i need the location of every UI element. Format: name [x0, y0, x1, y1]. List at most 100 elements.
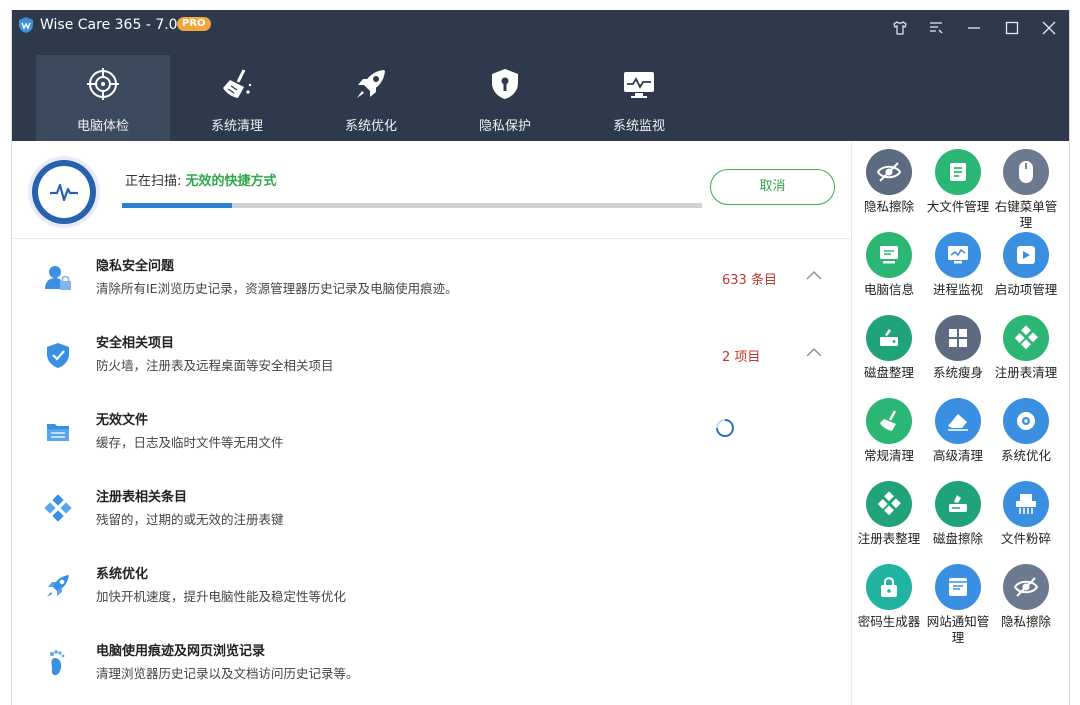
tab-privacy-protect[interactable]: 隐私保护 — [438, 55, 572, 141]
tool-label: 系统优化 — [1000, 448, 1051, 463]
tab-pc-checkup[interactable]: 电脑体检 — [36, 55, 170, 141]
tool-label: 电脑信息 — [863, 282, 914, 297]
list-item[interactable]: 电脑使用痕迹及网页浏览记录 清理浏览器历史记录以及文档访问历史记录等。 — [12, 626, 850, 703]
tool-registry-defrag[interactable]: 注册表整理 — [854, 481, 924, 547]
close-button[interactable] — [1037, 16, 1061, 40]
maximize-button[interactable] — [1000, 16, 1024, 40]
tool-icon-bg — [935, 481, 981, 527]
item-count[interactable]: 2 项目 — [722, 346, 760, 365]
tool-label: 进程监视 — [932, 282, 983, 297]
web-notify-icon — [949, 578, 967, 596]
tool-icon-bg — [1003, 564, 1049, 610]
menu-button[interactable] — [924, 16, 948, 40]
list-item[interactable]: 系统优化 加快开机速度，提升电脑性能及稳定性等优化 — [12, 549, 850, 626]
tool-label: 系统瘦身 — [932, 365, 983, 380]
heartbeat-icon — [50, 183, 78, 202]
file-list-icon — [950, 163, 966, 181]
mouse-icon — [1019, 161, 1033, 183]
tool-label: 磁盘擦除 — [932, 531, 983, 546]
list-item[interactable]: 隐私安全问题 清除所有IE浏览历史记录，资源管理器历史记录及电脑使用痕迹。 63… — [12, 241, 850, 318]
monitor-info-icon — [880, 246, 898, 264]
scan-panel: 正在扫描: 无效的快捷方式 取消 隐私安全问题 清除所有IE浏览历史记录，资源管… — [12, 141, 850, 705]
loading-spinner-icon — [716, 419, 734, 437]
tool-advanced-clean[interactable]: 高级清理 — [923, 398, 993, 464]
tool-startup-manager[interactable]: 启动项管理 — [991, 232, 1061, 298]
list-item[interactable]: 安全相关项目 防火墙，注册表及远程桌面等安全相关项目 2 项目 — [12, 318, 850, 395]
tool-label: 注册表清理 — [994, 365, 1058, 380]
scan-status-prefix: 正在扫描: — [125, 174, 186, 189]
rocket-icon — [357, 70, 385, 98]
item-count[interactable]: 633 条目 — [722, 269, 777, 288]
minimize-icon — [968, 27, 980, 29]
tool-icon-bg — [866, 398, 912, 444]
tool-privacy-erase-2[interactable]: 隐私擦除 — [991, 564, 1061, 630]
shredder-icon — [1016, 494, 1036, 514]
tool-registry-cleaner[interactable]: 注册表清理 — [991, 315, 1061, 381]
app-title: Wise Care 365 - 7.0.7 — [40, 17, 191, 33]
app-window: Wise Care 365 - 7.0.7 PRO 电脑体检 系统清理 系统优化… — [11, 10, 1070, 705]
disk-wipe-icon — [949, 495, 967, 512]
tool-large-file-manager[interactable]: 大文件管理 — [923, 149, 993, 215]
header: Wise Care 365 - 7.0.7 PRO 电脑体检 系统清理 系统优化… — [12, 10, 1069, 141]
tshirt-icon — [893, 21, 907, 35]
item-description: 清除所有IE浏览历史记录，资源管理器历史记录及电脑使用痕迹。 — [96, 281, 458, 296]
tool-icon-bg — [1003, 232, 1049, 278]
item-title: 系统优化 — [96, 567, 149, 582]
tool-disk-wipe[interactable]: 磁盘擦除 — [923, 481, 993, 547]
startup-icon — [1017, 246, 1035, 264]
tool-label: 隐私擦除 — [1000, 614, 1051, 629]
list-item[interactable]: 注册表相关条目 残留的，过期的或无效的注册表键 — [12, 472, 850, 549]
scan-ring-outer — [32, 160, 96, 224]
tab-label: 系统优化 — [344, 119, 397, 134]
scan-ring-inner — [38, 166, 90, 218]
tool-password-generator[interactable]: 密码生成器 — [854, 564, 924, 630]
item-description: 缓存，日志及临时文件等无用文件 — [96, 435, 284, 450]
scan-status: 正在扫描: 无效的快捷方式 — [125, 170, 277, 189]
tool-website-notification-manager[interactable]: 网站通知管理 — [923, 564, 993, 646]
tool-privacy-erase[interactable]: 隐私擦除 — [854, 149, 924, 215]
tab-system-monitor[interactable]: 系统监视 — [572, 55, 706, 141]
tool-label: 文件粉碎 — [1000, 531, 1051, 546]
process-monitor-icon — [948, 246, 968, 264]
chevron-up-icon[interactable] — [805, 345, 823, 359]
tool-label: 常规清理 — [863, 448, 914, 463]
eraser-icon — [948, 414, 968, 431]
item-title: 无效文件 — [96, 413, 149, 428]
tool-pc-info[interactable]: 电脑信息 — [854, 232, 924, 298]
tool-process-monitor[interactable]: 进程监视 — [923, 232, 993, 298]
tool-disk-defrag[interactable]: 磁盘整理 — [854, 315, 924, 381]
item-description: 加快开机速度，提升电脑性能及稳定性等优化 — [96, 589, 347, 604]
cancel-button[interactable]: 取消 — [710, 169, 835, 205]
maximize-icon — [1005, 21, 1019, 35]
scan-progress-bar — [122, 203, 702, 208]
tab-system-clean[interactable]: 系统清理 — [170, 55, 304, 141]
tool-label: 密码生成器 — [857, 614, 921, 629]
tool-icon-bg — [866, 481, 912, 527]
skin-button[interactable] — [888, 16, 912, 40]
tool-regular-clean[interactable]: 常规清理 — [854, 398, 924, 464]
tool-file-shredder[interactable]: 文件粉碎 — [991, 481, 1061, 547]
item-title: 注册表相关条目 — [96, 490, 188, 505]
tab-label: 系统监视 — [612, 119, 665, 134]
list-item[interactable]: 无效文件 缓存，日志及临时文件等无用文件 — [12, 395, 850, 472]
rocket-icon — [47, 575, 69, 597]
brush-icon — [880, 410, 897, 431]
tool-label: 网站通知管理 — [926, 614, 990, 645]
tab-system-optimize[interactable]: 系统优化 — [304, 55, 438, 141]
scan-indicator — [28, 156, 100, 228]
password-lock-icon — [881, 577, 897, 597]
tab-label: 电脑体检 — [76, 119, 129, 134]
item-title: 电脑使用痕迹及网页浏览记录 — [96, 644, 266, 659]
tool-icon-bg — [1003, 315, 1049, 361]
tool-system-optimize[interactable]: 系统优化 — [991, 398, 1061, 464]
minimize-button[interactable] — [962, 16, 986, 40]
tab-label: 隐私保护 — [478, 119, 531, 134]
tools-panel: 隐私擦除 大文件管理 右键菜单管理 电脑信息 进程监视 启动项管理 磁盘整理 系… — [851, 141, 1071, 705]
chevron-up-icon[interactable] — [805, 268, 823, 282]
tool-icon-bg — [935, 232, 981, 278]
tool-system-slim[interactable]: 系统瘦身 — [923, 315, 993, 381]
main-nav: 电脑体检 系统清理 系统优化 隐私保护 系统监视 — [36, 55, 706, 141]
registry-defrag-icon — [877, 491, 901, 516]
divider — [12, 238, 850, 239]
tool-context-menu-manager[interactable]: 右键菜单管理 — [991, 149, 1061, 231]
